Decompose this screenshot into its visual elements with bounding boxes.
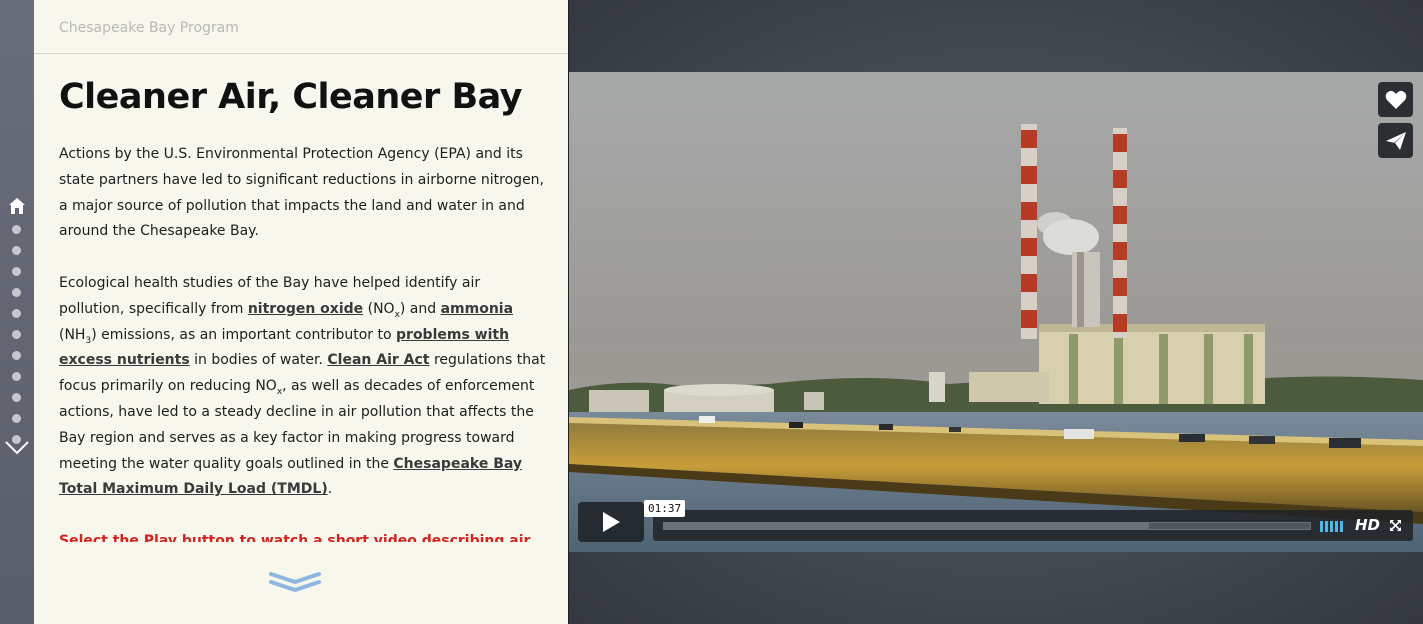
paper-plane-icon xyxy=(1385,131,1406,150)
paragraph-intro: Actions by the U.S. Environmental Protec… xyxy=(59,146,545,240)
video-instruction: Select the Play button to watch a short … xyxy=(59,532,531,542)
section-nav-rail xyxy=(0,0,35,624)
play-icon xyxy=(603,512,620,532)
volume-bars-icon[interactable] xyxy=(1320,521,1346,532)
paragraph-air-pollution: Ecological health studies of the Bay hav… xyxy=(59,274,546,498)
section-nav-dot[interactable] xyxy=(12,330,21,339)
buffered-fill xyxy=(664,523,1149,529)
page-title: Cleaner Air, Cleaner Bay xyxy=(59,77,523,117)
double-chevron-down-icon[interactable] xyxy=(268,570,322,596)
story-panel: Chesapeake Bay Program Cleaner Air, Clea… xyxy=(34,0,569,624)
section-nav-dot[interactable] xyxy=(12,225,21,234)
section-nav-dot[interactable] xyxy=(12,246,21,255)
section-nav-dot[interactable] xyxy=(12,393,21,402)
story-body: Actions by the U.S. Environmental Protec… xyxy=(59,142,549,542)
link-nitrogen-oxide[interactable]: nitrogen oxide xyxy=(248,301,363,317)
link-ammonia[interactable]: ammonia xyxy=(441,301,513,317)
section-nav-dot[interactable] xyxy=(12,414,21,423)
section-nav-dot[interactable] xyxy=(12,267,21,276)
section-nav-dot[interactable] xyxy=(12,288,21,297)
site-brand[interactable]: Chesapeake Bay Program xyxy=(59,20,239,36)
heart-icon xyxy=(1385,90,1406,109)
share-button[interactable] xyxy=(1378,123,1413,158)
playbar: HD xyxy=(653,510,1413,541)
like-button[interactable] xyxy=(1378,82,1413,117)
video-frame-power-plant[interactable] xyxy=(569,72,1423,552)
section-nav-dot[interactable] xyxy=(12,309,21,318)
timecode-tooltip: 01:37 xyxy=(644,500,686,517)
header-divider xyxy=(34,53,568,54)
progress-track[interactable] xyxy=(663,522,1311,530)
video-controls: HD xyxy=(578,502,1413,542)
fullscreen-icon[interactable] xyxy=(1389,519,1402,532)
section-nav-dot[interactable] xyxy=(12,372,21,381)
link-clean-air-act[interactable]: Clean Air Act xyxy=(327,352,429,368)
chevron-down-icon[interactable] xyxy=(4,438,30,458)
home-icon[interactable] xyxy=(8,197,26,215)
play-button[interactable] xyxy=(578,502,644,542)
hd-toggle[interactable]: HD xyxy=(1355,516,1380,534)
section-nav-dot[interactable] xyxy=(12,351,21,360)
